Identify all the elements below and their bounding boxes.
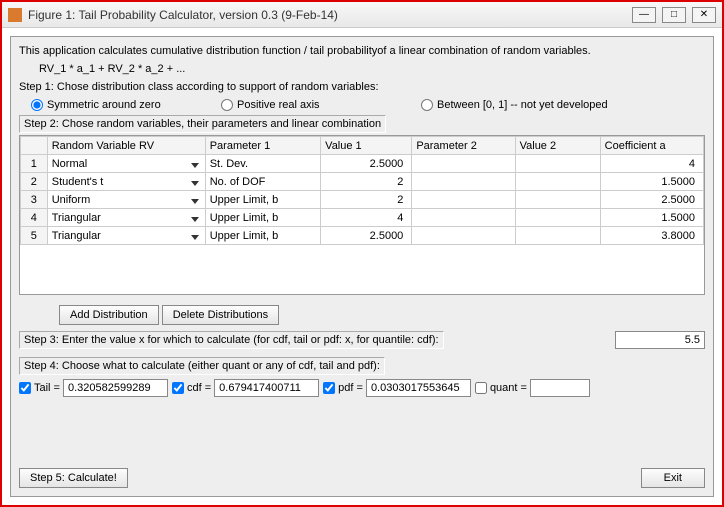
cdf-output[interactable] bbox=[214, 379, 319, 397]
rv-cell[interactable]: Triangular bbox=[47, 209, 205, 227]
main-panel: This application calculates cumulative d… bbox=[10, 36, 714, 497]
param2-cell bbox=[412, 227, 515, 245]
col-rv: Random Variable RV bbox=[47, 137, 205, 155]
value2-cell[interactable] bbox=[515, 155, 600, 173]
step4-label: Step 4: Choose what to calculate (either… bbox=[19, 357, 385, 375]
value2-cell[interactable] bbox=[515, 227, 600, 245]
value2-cell[interactable] bbox=[515, 191, 600, 209]
pdf-output[interactable] bbox=[366, 379, 471, 397]
col-v2: Value 2 bbox=[515, 137, 600, 155]
add-distribution-button[interactable]: Add Distribution bbox=[59, 305, 159, 325]
chevron-down-icon bbox=[191, 217, 199, 222]
delete-distributions-button[interactable]: Delete Distributions bbox=[162, 305, 279, 325]
chevron-down-icon bbox=[191, 235, 199, 240]
pdf-checkbox[interactable] bbox=[323, 382, 335, 394]
quant-output[interactable] bbox=[530, 379, 590, 397]
row-number: 2 bbox=[21, 173, 48, 191]
cdf-checkbox[interactable] bbox=[172, 382, 184, 394]
rv-cell[interactable]: Normal bbox=[47, 155, 205, 173]
row-number: 4 bbox=[21, 209, 48, 227]
tail-checkbox[interactable] bbox=[19, 382, 31, 394]
param2-cell bbox=[412, 191, 515, 209]
coef-cell[interactable]: 1.5000 bbox=[600, 209, 703, 227]
radio-between[interactable] bbox=[421, 99, 433, 111]
coef-cell[interactable]: 1.5000 bbox=[600, 173, 703, 191]
param2-cell bbox=[412, 173, 515, 191]
cdf-label: cdf = bbox=[187, 382, 211, 394]
distribution-table: Random Variable RV Parameter 1 Value 1 P… bbox=[19, 135, 705, 295]
close-button[interactable]: ✕ bbox=[692, 7, 716, 23]
description-text: This application calculates cumulative d… bbox=[19, 45, 705, 57]
row-number: 5 bbox=[21, 227, 48, 245]
table-row: 4TriangularUpper Limit, b41.5000 bbox=[21, 209, 704, 227]
window-title: Figure 1: Tail Probability Calculator, v… bbox=[28, 8, 632, 22]
quant-label: quant = bbox=[490, 382, 527, 394]
minimize-button[interactable]: — bbox=[632, 7, 656, 23]
tail-output[interactable] bbox=[63, 379, 168, 397]
col-coef: Coefficient a bbox=[600, 137, 703, 155]
param1-cell: Upper Limit, b bbox=[205, 227, 320, 245]
row-number: 3 bbox=[21, 191, 48, 209]
param1-cell: No. of DOF bbox=[205, 173, 320, 191]
value2-cell[interactable] bbox=[515, 209, 600, 227]
value1-cell[interactable]: 2 bbox=[321, 173, 412, 191]
col-p2: Parameter 2 bbox=[412, 137, 515, 155]
step1-options: Symmetric around zero Positive real axis… bbox=[19, 97, 705, 115]
quant-checkbox[interactable] bbox=[475, 382, 487, 394]
calculate-button[interactable]: Step 5: Calculate! bbox=[19, 468, 128, 488]
table-row: 3UniformUpper Limit, b2 2.5000 bbox=[21, 191, 704, 209]
chevron-down-icon bbox=[191, 199, 199, 204]
exit-button[interactable]: Exit bbox=[641, 468, 705, 488]
value1-cell[interactable]: 2.5000 bbox=[321, 227, 412, 245]
radio-between-label: Between [0, 1] -- not yet developed bbox=[437, 99, 608, 111]
pdf-label: pdf = bbox=[338, 382, 363, 394]
col-v1: Value 1 bbox=[321, 137, 412, 155]
param1-cell: Upper Limit, b bbox=[205, 191, 320, 209]
param2-cell bbox=[412, 209, 515, 227]
radio-symmetric-label: Symmetric around zero bbox=[47, 99, 161, 111]
formula-text: RV_1 * a_1 + RV_2 * a_2 + ... bbox=[39, 63, 705, 75]
coef-cell[interactable]: 3.8000 bbox=[600, 227, 703, 245]
maximize-button[interactable]: □ bbox=[662, 7, 686, 23]
coef-cell[interactable]: 2.5000 bbox=[600, 191, 703, 209]
chevron-down-icon bbox=[191, 163, 199, 168]
table-row: 5TriangularUpper Limit, b2.5000 3.8000 bbox=[21, 227, 704, 245]
radio-symmetric[interactable] bbox=[31, 99, 43, 111]
table-row: 2Student's tNo. of DOF21.5000 bbox=[21, 173, 704, 191]
step3-label: Step 3: Enter the value x for which to c… bbox=[19, 331, 444, 349]
rv-cell[interactable]: Uniform bbox=[47, 191, 205, 209]
table-row: 1NormalSt. Dev.2.5000 4 bbox=[21, 155, 704, 173]
value2-cell[interactable] bbox=[515, 173, 600, 191]
rv-cell[interactable]: Triangular bbox=[47, 227, 205, 245]
param1-cell: St. Dev. bbox=[205, 155, 320, 173]
value1-cell[interactable]: 2.5000 bbox=[321, 155, 412, 173]
x-value-input[interactable] bbox=[615, 331, 705, 349]
titlebar: Figure 1: Tail Probability Calculator, v… bbox=[2, 2, 722, 28]
value1-cell[interactable]: 4 bbox=[321, 209, 412, 227]
app-icon bbox=[8, 8, 22, 22]
radio-positive[interactable] bbox=[221, 99, 233, 111]
col-p1: Parameter 1 bbox=[205, 137, 320, 155]
radio-positive-label: Positive real axis bbox=[237, 99, 320, 111]
rv-cell[interactable]: Student's t bbox=[47, 173, 205, 191]
param1-cell: Upper Limit, b bbox=[205, 209, 320, 227]
param2-cell bbox=[412, 155, 515, 173]
chevron-down-icon bbox=[191, 181, 199, 186]
step2-label: Step 2: Chose random variables, their pa… bbox=[19, 115, 386, 133]
tail-label: Tail = bbox=[34, 382, 60, 394]
step1-label: Step 1: Chose distribution class accordi… bbox=[19, 81, 705, 93]
row-number: 1 bbox=[21, 155, 48, 173]
coef-cell[interactable]: 4 bbox=[600, 155, 703, 173]
value1-cell[interactable]: 2 bbox=[321, 191, 412, 209]
